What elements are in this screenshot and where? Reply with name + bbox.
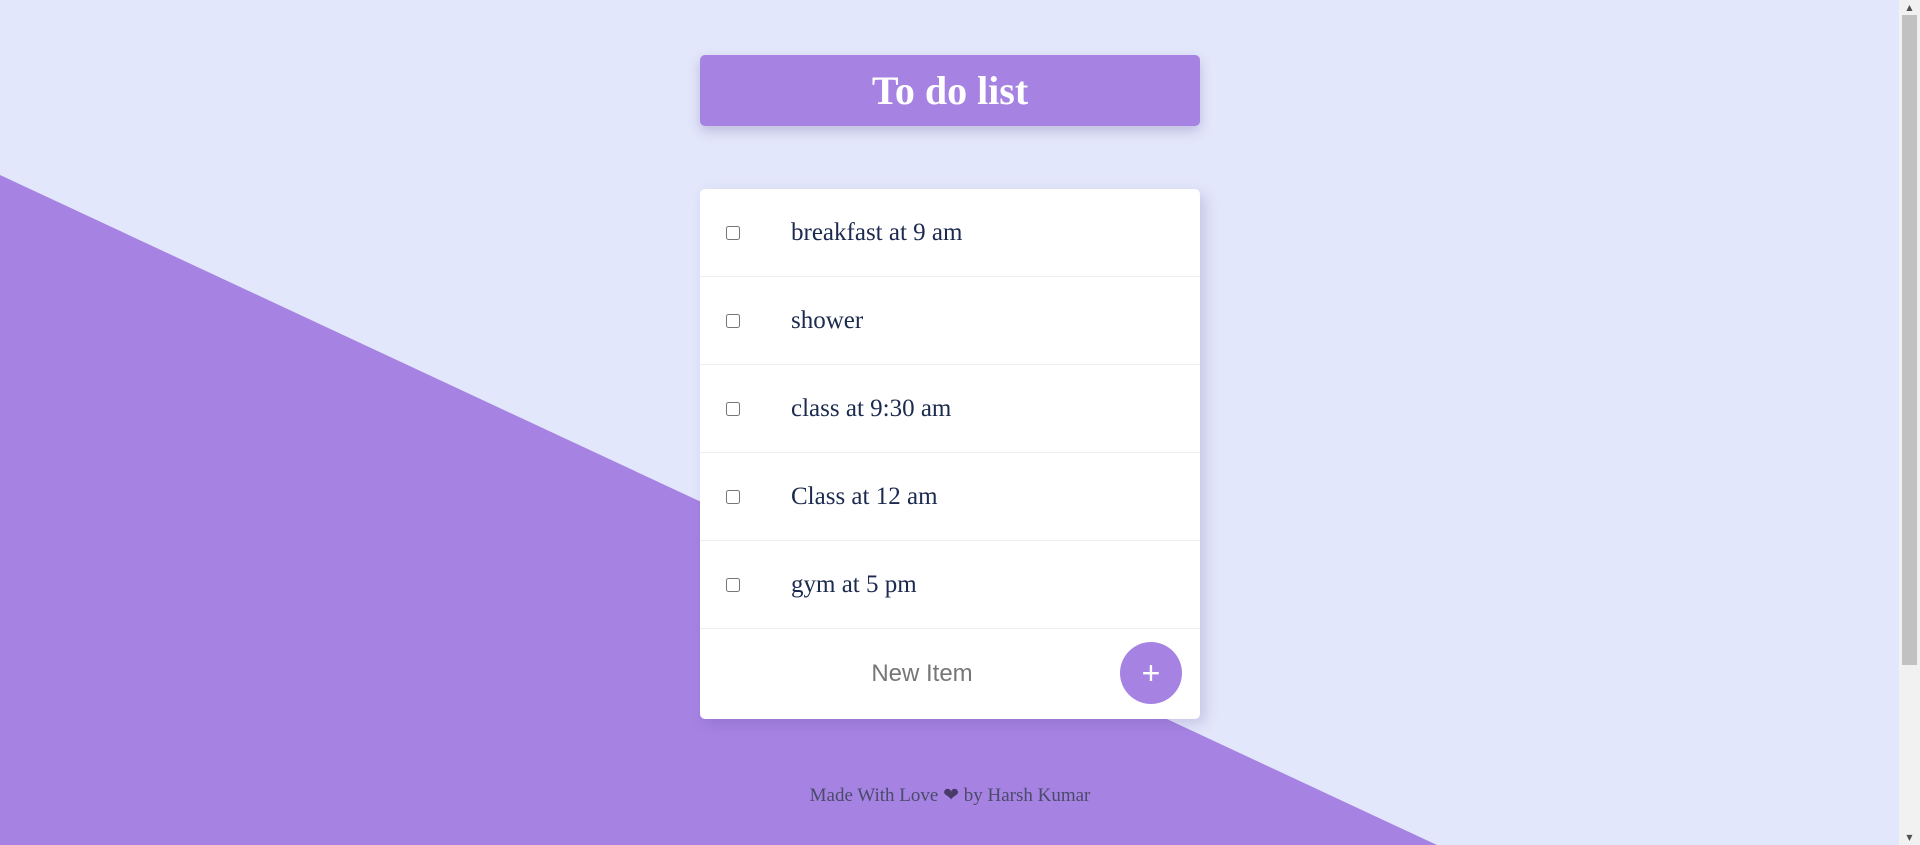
footer-text-before: Made With Love — [809, 785, 939, 806]
list-item: shower — [700, 277, 1200, 365]
new-item-form: + — [700, 629, 1200, 717]
heading-box: To do list — [700, 55, 1200, 126]
heart-icon: ❤ — [943, 785, 959, 806]
footer: Made With Love ❤ by Harsh Kumar — [700, 784, 1200, 807]
item-label: breakfast at 9 am — [791, 218, 963, 246]
scroll-up-icon[interactable]: ▲ — [1899, 0, 1920, 15]
item-label: gym at 5 pm — [791, 570, 917, 598]
todo-list: breakfast at 9 am shower class at 9:30 a… — [700, 189, 1200, 719]
item-checkbox[interactable] — [726, 225, 740, 240]
scroll-down-icon[interactable]: ▼ — [1899, 830, 1920, 845]
item-checkbox[interactable] — [726, 401, 740, 416]
item-label: Class at 12 am — [791, 482, 938, 510]
page-title: To do list — [871, 67, 1029, 113]
item-checkbox[interactable] — [726, 489, 740, 504]
vertical-scrollbar[interactable]: ▲ ▼ — [1899, 0, 1920, 845]
item-label: class at 9:30 am — [791, 394, 952, 422]
page: To do list breakfast at 9 am shower clas… — [0, 0, 1899, 845]
list-item: class at 9:30 am — [700, 365, 1200, 453]
item-checkbox[interactable] — [726, 577, 740, 592]
new-item-input[interactable] — [720, 641, 1124, 707]
list-item: breakfast at 9 am — [700, 189, 1200, 277]
list-item: Class at 12 am — [700, 453, 1200, 541]
list-item: gym at 5 pm — [700, 541, 1200, 629]
item-checkbox[interactable] — [726, 313, 740, 328]
footer-text-after: by Harsh Kumar — [963, 785, 1091, 806]
item-label: shower — [791, 306, 864, 334]
scrollbar-thumb[interactable] — [1902, 15, 1917, 665]
add-item-button[interactable]: + — [1120, 642, 1182, 704]
